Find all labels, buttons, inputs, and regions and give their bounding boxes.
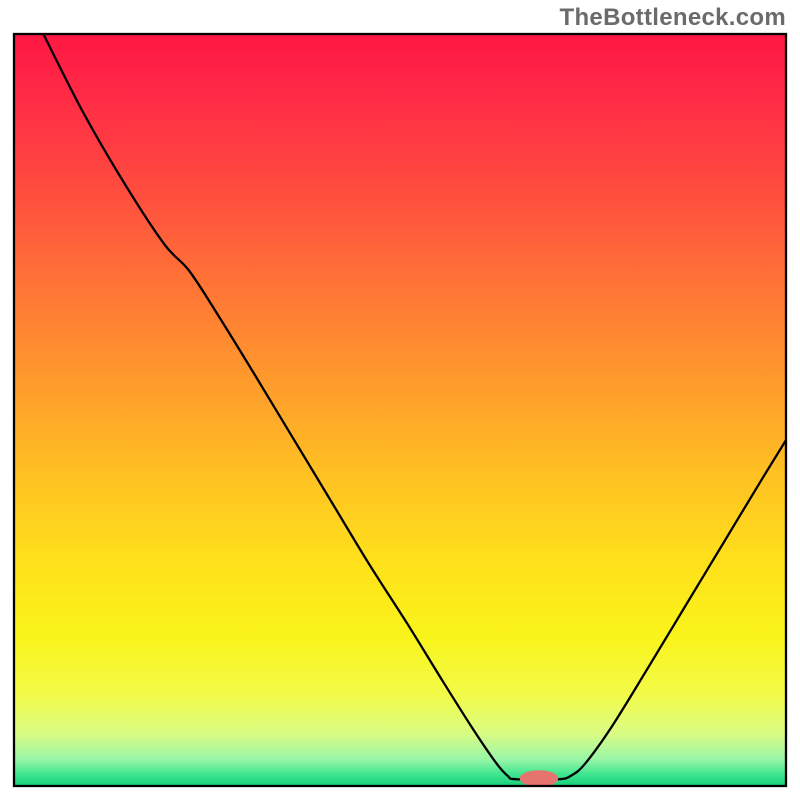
bottleneck-chart — [0, 0, 800, 800]
chart-container: TheBottleneck.com — [0, 0, 800, 800]
gradient-background — [14, 34, 786, 786]
optimal-marker — [520, 770, 559, 787]
